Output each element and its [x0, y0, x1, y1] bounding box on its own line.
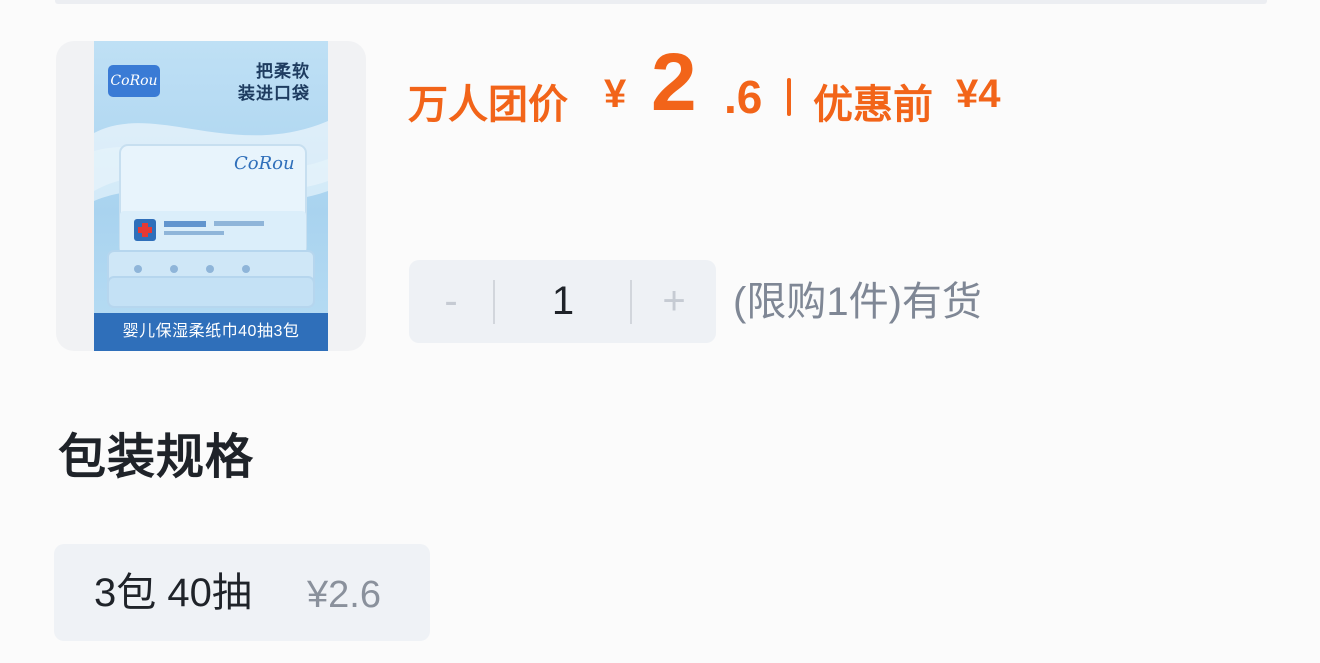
product-pack-illustration: CoRou CoRou 把柔软 装进口袋 婴儿保湿柔纸巾40抽3包: [94, 41, 328, 351]
pack-slogan: 把柔软 装进口袋: [238, 62, 310, 103]
decrease-quantity-button[interactable]: -: [409, 260, 493, 343]
pack-name-banner: 婴儿保湿柔纸巾40抽3包: [94, 313, 328, 351]
spec-option-name: 3包 40抽: [94, 571, 252, 615]
svg-text:CoRou: CoRou: [234, 153, 295, 174]
increase-quantity-button[interactable]: +: [632, 260, 716, 343]
price-currency: ¥: [604, 72, 627, 116]
product-image[interactable]: CoRou CoRou 把柔软 装进口袋 婴儿保湿柔纸巾40抽3包: [56, 41, 366, 351]
spec-option-price: ¥2.6: [307, 574, 381, 616]
price-integer: 2: [651, 37, 697, 128]
top-divider: [55, 0, 1267, 4]
spec-option-chip[interactable]: 3包 40抽 ¥2.6: [54, 544, 430, 641]
brand-logo: CoRou: [108, 65, 160, 97]
quantity-stepper: - +: [409, 260, 716, 343]
quantity-input[interactable]: [495, 260, 631, 343]
price-separator: [787, 78, 791, 116]
stock-status: (限购1件)有货: [733, 280, 982, 324]
original-price-value: ¥4: [956, 72, 1001, 116]
group-price-label: 万人团价: [408, 83, 568, 127]
spec-section-title: 包装规格: [58, 431, 255, 484]
price-decimal: .6: [724, 71, 763, 123]
original-price-label: 优惠前: [813, 83, 933, 127]
